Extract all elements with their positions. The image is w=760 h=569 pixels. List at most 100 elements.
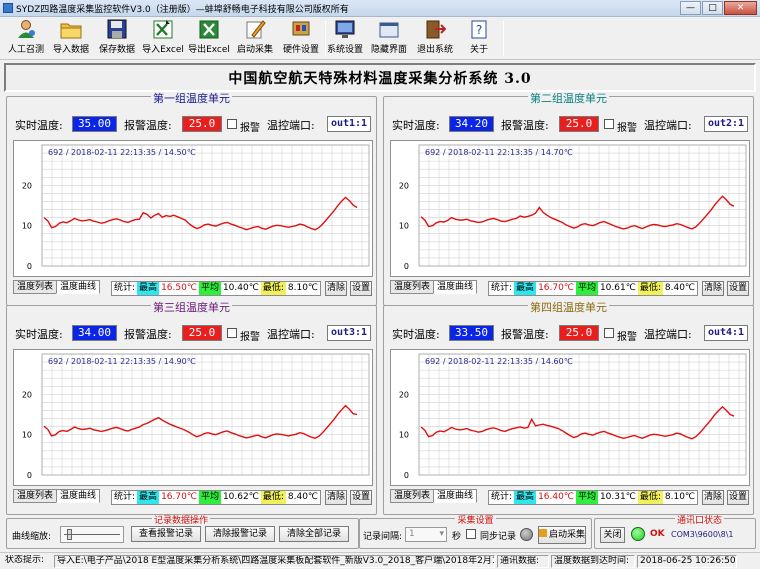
zoom-slider[interactable] (60, 526, 124, 543)
settings-button[interactable]: 设置 (350, 281, 372, 296)
stat-max-label: 最高 (137, 491, 160, 504)
svg-text:?: ? (476, 23, 482, 37)
y-tick-label: 0 (27, 262, 32, 271)
stat-min-label: 最低: (260, 282, 286, 295)
toolbar-hardware-button[interactable]: 硬件设置 (278, 19, 324, 55)
stat-max-value: 16.50℃ (159, 282, 199, 295)
sync-record-checkbox[interactable] (466, 529, 476, 539)
stat-min-value: 8.10℃ (285, 282, 321, 295)
unit-title: 第四组温度单元 (528, 301, 609, 314)
interval-select[interactable]: 1 ▾ (405, 527, 447, 542)
toolbar-import-excel-button[interactable]: 导入Excel (140, 19, 186, 55)
port-value[interactable]: out1:1 (327, 116, 371, 132)
clear-alarm-button[interactable]: 清除报警记录 (205, 526, 275, 542)
toolbar-save-button[interactable]: 保存数据 (94, 19, 140, 55)
chart-svg: 0 10 20 692 / 2018-02-11 22:13:35 / 14.50℃ (22, 144, 370, 271)
toolbar-import-button[interactable]: 导入数据 (48, 19, 94, 55)
stat-label: 统计: (489, 282, 515, 295)
port-value[interactable]: out4:1 (704, 325, 748, 341)
data-time: 2018-06-25 10:26:50 (637, 555, 737, 568)
temp-unit-2: 第二组温度单元 实时温度: 34.20 报警温度: 25.0 报警 温控端口: out2:1 0… (383, 92, 754, 306)
tab-temp-list[interactable]: 温度列表 (13, 489, 58, 503)
minimize-button[interactable]: — (680, 1, 701, 15)
exit-icon (424, 19, 447, 39)
temperature-chart: 0 10 20 692 / 2018-02-11 22:13:35 / 14.90℃ (13, 349, 373, 486)
stat-avg-value: 10.40℃ (220, 282, 261, 295)
toolbar: 人工召测 导入数据 保存数据 导入Excel 导出Excel 启动采集 硬件设置… (0, 17, 760, 60)
maximize-button[interactable]: □ (702, 1, 723, 15)
realtime-value: 34.00 (72, 325, 117, 341)
toolbar-about-button[interactable]: ? 关于 (456, 19, 502, 55)
view-alarm-button[interactable]: 查看报警记录 (131, 526, 201, 542)
stats-bar: 统计: 最高 16.40℃ 平均 10.31℃ 最低: 8.10℃ (488, 490, 699, 505)
clear-button[interactable]: 清除 (702, 281, 724, 296)
alarm-temp-value[interactable]: 25.0 (559, 325, 599, 341)
temperature-chart: 0 10 20 692 / 2018-02-11 22:13:35 / 14.70℃ (390, 140, 750, 277)
toolbar-manual-button[interactable]: 人工召测 (3, 19, 49, 55)
start-icon (539, 529, 547, 537)
status-hint: 导入E:\电子产品\2018 E型温度采集分析系统\四路温度采集板配套软件_新版… (54, 555, 495, 568)
port-label: 温控端口: (644, 119, 692, 132)
temperature-series-line (43, 196, 358, 231)
collect-settings-group: 采集设置 记录间隔: 1 ▾ 秒 同步记录 启动采集 (359, 516, 592, 549)
toolbar-start-button[interactable]: 启动采集 (232, 19, 278, 55)
clear-button[interactable]: 清除 (325, 281, 347, 296)
ok-led-icon (631, 527, 645, 541)
tab-temp-curve[interactable]: 温度曲线 (56, 280, 101, 294)
stat-max-label: 最高 (514, 491, 537, 504)
chart-info-text: 692 / 2018-02-11 22:13:35 / 14.60℃ (425, 357, 573, 366)
tab-temp-curve[interactable]: 温度曲线 (433, 489, 478, 503)
settings-button[interactable]: 设置 (727, 490, 749, 505)
close-button[interactable]: ✕ (724, 1, 757, 15)
comm-status-group: 通讯口状态 关闭 OK COM3\9600\8\1 (594, 516, 756, 549)
stat-label: 统计: (489, 491, 515, 504)
tab-temp-curve[interactable]: 温度曲线 (56, 489, 101, 503)
chart-grid (418, 144, 746, 267)
system-banner: 中国航空航天特殊材料温度采集分析系统 3.0 (4, 63, 756, 92)
port-value[interactable]: out2:1 (704, 116, 748, 132)
tab-temp-list[interactable]: 温度列表 (390, 489, 435, 503)
toolbar-system-button[interactable]: 系统设置 (322, 19, 368, 55)
unit-title: 第二组温度单元 (528, 92, 609, 105)
alarm-checkbox[interactable] (227, 328, 237, 338)
chart-info-text: 692 / 2018-02-11 22:13:35 / 14.70℃ (425, 148, 573, 157)
y-tick-label: 20 (399, 390, 409, 399)
alarm-checkbox[interactable] (604, 119, 614, 129)
bottom-controls: 记录数据操作 曲线缩放: 查看报警记录 清除报警记录 清除全部记录 采集设置 记… (4, 515, 756, 549)
help-icon: ? (468, 19, 490, 39)
plot-area (41, 144, 370, 267)
stat-min-value: 8.10℃ (662, 491, 698, 504)
clear-all-button[interactable]: 清除全部记录 (279, 526, 349, 542)
folder-icon (60, 19, 82, 39)
port-value[interactable]: out3:1 (327, 325, 371, 341)
alarm-checkbox[interactable] (227, 119, 237, 129)
alarm-checkbox[interactable] (604, 328, 614, 338)
alarm-temp-value[interactable]: 25.0 (559, 116, 599, 132)
window-title: SYDZ四路温度采集监控软件V3.0（注册版）—蚌埠舒畅电子科技有限公司版权所有 (16, 5, 349, 15)
tab-temp-curve[interactable]: 温度曲线 (433, 280, 478, 294)
alarm-temp-value[interactable]: 25.0 (182, 116, 222, 132)
chart-svg: 0 10 20 692 / 2018-02-11 22:13:35 / 14.90℃ (22, 353, 370, 480)
toolbar-export-excel-button[interactable]: 导出Excel (186, 19, 232, 55)
clear-button[interactable]: 清除 (702, 490, 724, 505)
stat-max-value: 16.40℃ (536, 491, 576, 504)
settings-button[interactable]: 设置 (727, 281, 749, 296)
comm-status-title: 通讯口状态 (675, 516, 725, 526)
collect-settings-title: 采集设置 (455, 516, 496, 526)
stat-avg-label: 平均 (575, 491, 598, 504)
toolbar-hide-button[interactable]: 隐藏界面 (366, 19, 412, 55)
y-tick-label: 0 (404, 471, 409, 480)
realtime-label: 实时温度: (392, 328, 440, 341)
tab-temp-list[interactable]: 温度列表 (13, 280, 58, 294)
chart-svg: 0 10 20 692 / 2018-02-11 22:13:35 / 14.60℃ (399, 353, 747, 480)
excel-import-icon (152, 19, 174, 39)
alarm-temp-value[interactable]: 25.0 (182, 325, 222, 341)
pen-paper-icon (244, 19, 266, 39)
close-port-button[interactable]: 关闭 (600, 527, 625, 543)
settings-button[interactable]: 设置 (350, 490, 372, 505)
clear-button[interactable]: 清除 (325, 490, 347, 505)
tab-temp-list[interactable]: 温度列表 (390, 280, 435, 294)
toolbar-exit-button[interactable]: 退出系统 (412, 19, 458, 55)
alarm-label: 报警 (240, 332, 260, 343)
start-collect-button[interactable]: 启动采集 (538, 526, 586, 544)
